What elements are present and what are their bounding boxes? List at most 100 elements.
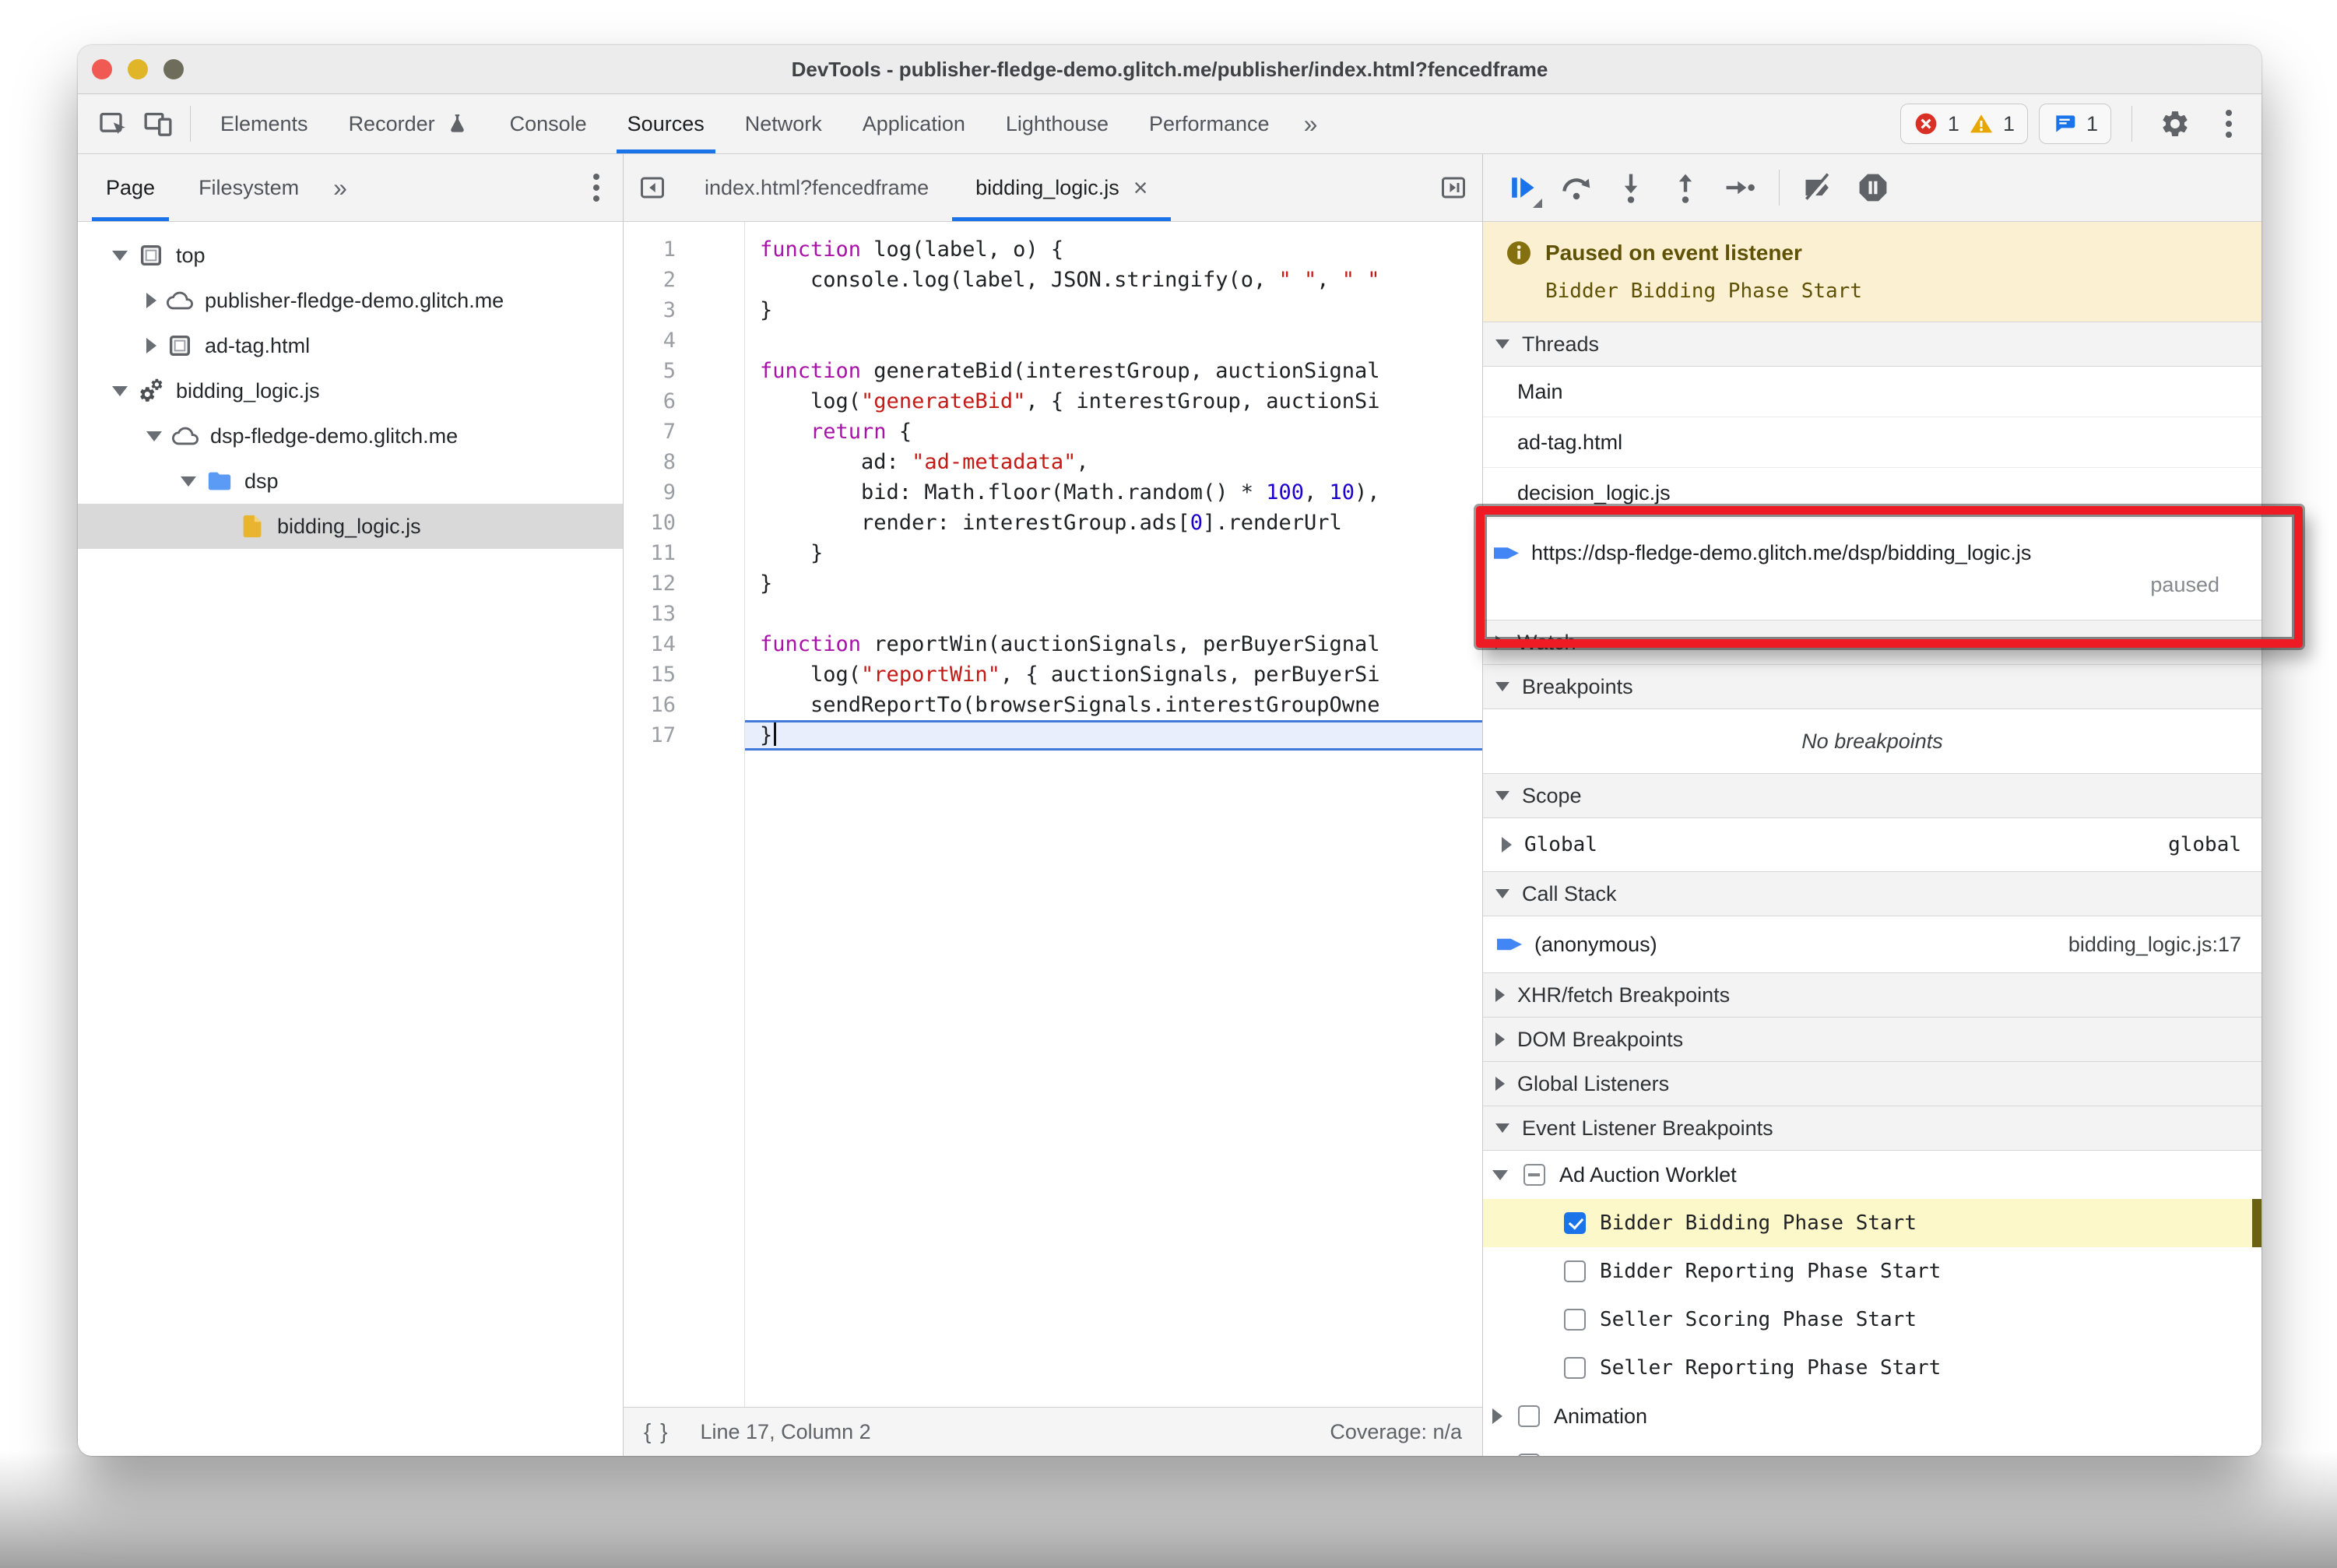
code-line-8[interactable]: 8 ad: "ad-metadata", <box>624 447 1482 477</box>
elb-seller-scoring-phase-start[interactable]: Seller Scoring Phase Start <box>1483 1296 2261 1344</box>
chevron-down-icon[interactable] <box>112 385 128 396</box>
close-icon[interactable]: × <box>1133 175 1148 200</box>
checkbox-unchecked[interactable] <box>1564 1357 1586 1379</box>
section-global-listeners[interactable]: Global Listeners <box>1483 1061 2261 1106</box>
code-line-16[interactable]: 16 sendReportTo(browserSignals.interestG… <box>624 690 1482 720</box>
tab-filesystem[interactable]: Filesystem <box>177 154 321 221</box>
thread-ad-tag[interactable]: ad-tag.html <box>1483 417 2261 468</box>
line-number[interactable]: 5 <box>624 356 744 386</box>
line-number[interactable]: 13 <box>624 599 744 629</box>
line-number[interactable]: 8 <box>624 447 744 477</box>
issues-badge[interactable]: 1 1 <box>1899 104 2028 144</box>
section-xhr-breakpoints[interactable]: XHR/fetch Breakpoints <box>1483 972 2261 1018</box>
tab-application[interactable]: Application <box>842 94 986 153</box>
code-line-12[interactable]: 12} <box>624 568 1482 599</box>
code-line-10[interactable]: 10 render: interestGroup.ads[0].renderUr… <box>624 508 1482 538</box>
navigator-menu-icon[interactable] <box>576 167 617 208</box>
code-line-15[interactable]: 15 log("reportWin", { auctionSignals, pe… <box>624 659 1482 690</box>
chevron-down-icon[interactable] <box>112 250 128 261</box>
tab-elements[interactable]: Elements <box>200 94 329 153</box>
checkbox-checked[interactable] <box>1564 1212 1586 1234</box>
tab-overflow-icon[interactable] <box>1425 154 1482 221</box>
hide-navigator-icon[interactable] <box>624 154 681 221</box>
call-stack-frame[interactable]: (anonymous) bidding_logic.js:17 <box>1483 916 2261 973</box>
code-line-2[interactable]: 2 console.log(label, JSON.stringify(o, "… <box>624 265 1482 295</box>
section-watch[interactable]: Watch <box>1483 620 2261 665</box>
tab-page[interactable]: Page <box>84 154 177 221</box>
section-dom-breakpoints[interactable]: DOM Breakpoints <box>1483 1017 2261 1062</box>
code-line-13[interactable]: 13 <box>624 599 1482 629</box>
code-line-17[interactable]: 17} <box>624 720 1482 751</box>
code-viewer[interactable]: 1 function log(label, o) {2 console.log(l… <box>624 222 1482 1407</box>
more-tabs-icon[interactable]: » <box>1290 110 1332 139</box>
more-navigator-tabs-icon[interactable]: » <box>321 174 360 202</box>
frame-location[interactable]: bidding_logic.js:17 <box>2068 933 2241 957</box>
line-number[interactable]: 9 <box>624 477 744 508</box>
tree-item-dsp-folder[interactable]: dsp <box>78 459 623 504</box>
chevron-right-icon[interactable] <box>146 293 156 308</box>
elb-canvas[interactable]: Canvas <box>1483 1440 2261 1456</box>
tree-item-top[interactable]: top <box>78 233 623 278</box>
line-number[interactable]: 14 <box>624 629 744 659</box>
checkbox-unchecked[interactable] <box>1564 1260 1586 1282</box>
elb-animation[interactable]: Animation <box>1483 1392 2261 1440</box>
tab-lighthouse[interactable]: Lighthouse <box>986 94 1129 153</box>
tab-performance[interactable]: Performance <box>1129 94 1290 153</box>
elb-ad-auction-worklet[interactable]: Ad Auction Worklet <box>1483 1151 2261 1199</box>
code-line-3[interactable]: 3} <box>624 295 1482 325</box>
tree-item-dsp-domain[interactable]: dsp-fledge-demo.glitch.me <box>78 413 623 459</box>
tree-item-worklet-script[interactable]: bidding_logic.js <box>78 368 623 413</box>
line-number[interactable]: 4 <box>624 325 744 356</box>
code-line-9[interactable]: 9 bid: Math.floor(Math.random() * 100, 1… <box>624 477 1482 508</box>
elb-bidder-bidding-phase-start[interactable]: Bidder Bidding Phase Start <box>1483 1199 2261 1247</box>
editor-tab-index[interactable]: index.html?fencedframe <box>681 154 952 221</box>
close-window-button[interactable] <box>92 59 112 79</box>
minimize-window-button[interactable] <box>128 59 148 79</box>
section-scope[interactable]: Scope <box>1483 773 2261 818</box>
messages-badge[interactable]: 1 <box>2038 104 2111 144</box>
thread-bidding-logic-paused[interactable]: https://dsp-fledge-demo.glitch.me/dsp/bi… <box>1483 519 2261 621</box>
line-number[interactable]: 3 <box>624 295 744 325</box>
tree-item-publisher-domain[interactable]: publisher-fledge-demo.glitch.me <box>78 278 623 323</box>
line-number[interactable]: 11 <box>624 538 744 568</box>
elb-seller-reporting-phase-start[interactable]: Seller Reporting Phase Start <box>1483 1344 2261 1392</box>
chevron-right-icon[interactable] <box>146 338 156 353</box>
chevron-down-icon[interactable] <box>1492 1169 1508 1180</box>
section-call-stack[interactable]: Call Stack <box>1483 871 2261 916</box>
step-out-icon[interactable] <box>1660 163 1710 213</box>
code-line-14[interactable]: 14 function reportWin(auctionSignals, per… <box>624 629 1482 659</box>
settings-gear-icon[interactable] <box>2152 101 2198 146</box>
line-number[interactable]: 6 <box>624 386 744 417</box>
scope-global-row[interactable]: Global global <box>1483 818 2261 872</box>
chevron-down-icon[interactable] <box>181 476 196 487</box>
tab-console[interactable]: Console <box>490 94 607 153</box>
deactivate-breakpoints-icon[interactable] <box>1794 163 1843 213</box>
editor-tab-bidding-logic[interactable]: bidding_logic.js × <box>952 154 1172 221</box>
pause-on-exceptions-icon[interactable] <box>1848 163 1898 213</box>
zoom-window-button[interactable] <box>163 59 184 79</box>
thread-decision-logic[interactable]: decision_logic.js <box>1483 468 2261 519</box>
resume-script-icon[interactable] <box>1497 163 1547 213</box>
section-event-listener-breakpoints[interactable]: Event Listener Breakpoints <box>1483 1106 2261 1151</box>
line-number[interactable]: 17 <box>624 720 744 751</box>
code-line-7[interactable]: 7 return { <box>624 417 1482 447</box>
tab-sources[interactable]: Sources <box>607 94 725 153</box>
line-number[interactable]: 12 <box>624 568 744 599</box>
line-number[interactable]: 2 <box>624 265 744 295</box>
section-breakpoints[interactable]: Breakpoints <box>1483 664 2261 709</box>
code-line-4[interactable]: 4 <box>624 325 1482 356</box>
code-line-5[interactable]: 5 function generateBid(interestGroup, auc… <box>624 356 1482 386</box>
thread-main[interactable]: Main <box>1483 367 2261 417</box>
step-icon[interactable] <box>1715 163 1765 213</box>
line-number[interactable]: 7 <box>624 417 744 447</box>
elb-bidder-reporting-phase-start[interactable]: Bidder Reporting Phase Start <box>1483 1247 2261 1296</box>
checkbox-indeterminate[interactable] <box>1523 1164 1545 1186</box>
line-number[interactable]: 10 <box>624 508 744 538</box>
chevron-right-icon[interactable] <box>1492 1408 1502 1424</box>
line-number[interactable]: 15 <box>624 659 744 690</box>
tab-network[interactable]: Network <box>725 94 842 153</box>
chevron-down-icon[interactable] <box>146 431 162 441</box>
step-over-icon[interactable] <box>1552 163 1601 213</box>
line-number[interactable]: 16 <box>624 690 744 720</box>
inspect-element-icon[interactable] <box>90 101 135 146</box>
